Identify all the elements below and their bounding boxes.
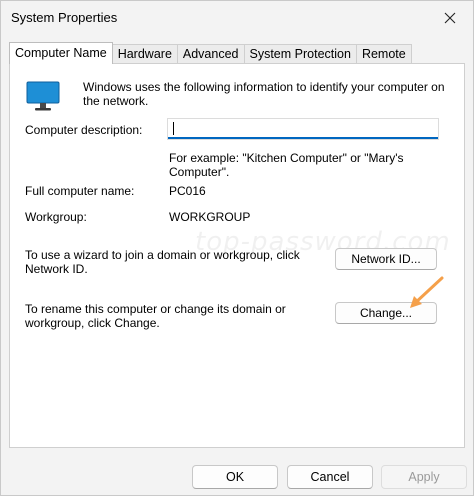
tab-hardware[interactable]: Hardware (112, 44, 178, 63)
text-caret (173, 122, 174, 135)
tab-strip: Computer Name Hardware Advanced System P… (9, 42, 412, 64)
workgroup-label: Workgroup: (25, 210, 87, 224)
close-button[interactable] (433, 5, 467, 31)
full-computer-name-label: Full computer name: (25, 184, 135, 198)
ok-button[interactable]: OK (192, 465, 278, 489)
computer-description-input[interactable] (167, 118, 439, 140)
tab-remote[interactable]: Remote (356, 44, 412, 63)
computer-description-label: Computer description: (25, 123, 143, 137)
pointer-arrow-icon (410, 276, 444, 308)
close-icon (444, 12, 456, 24)
title-bar: System Properties (1, 1, 473, 35)
monitor-icon (26, 81, 60, 111)
apply-button[interactable]: Apply (381, 465, 467, 489)
network-id-button[interactable]: Network ID... (335, 248, 437, 270)
tab-advanced[interactable]: Advanced (177, 44, 245, 63)
tab-system-protection[interactable]: System Protection (244, 44, 357, 63)
computer-name-panel: Windows uses the following information t… (9, 63, 465, 448)
tab-computer-name[interactable]: Computer Name (9, 42, 113, 64)
workgroup-value: WORKGROUP (169, 210, 251, 224)
cancel-button[interactable]: Cancel (287, 465, 373, 489)
full-computer-name-value: PC016 (169, 184, 206, 198)
description-example: For example: "Kitchen Computer" or "Mary… (169, 151, 404, 179)
intro-text: Windows uses the following information t… (83, 80, 445, 108)
dialog-footer: OK Cancel Apply (1, 456, 473, 495)
window-title: System Properties (11, 10, 118, 25)
system-properties-window: System Properties Computer Name Hardware… (0, 0, 474, 496)
rename-text: To rename this computer or change its do… (25, 302, 286, 330)
network-id-text: To use a wizard to join a domain or work… (25, 248, 300, 276)
